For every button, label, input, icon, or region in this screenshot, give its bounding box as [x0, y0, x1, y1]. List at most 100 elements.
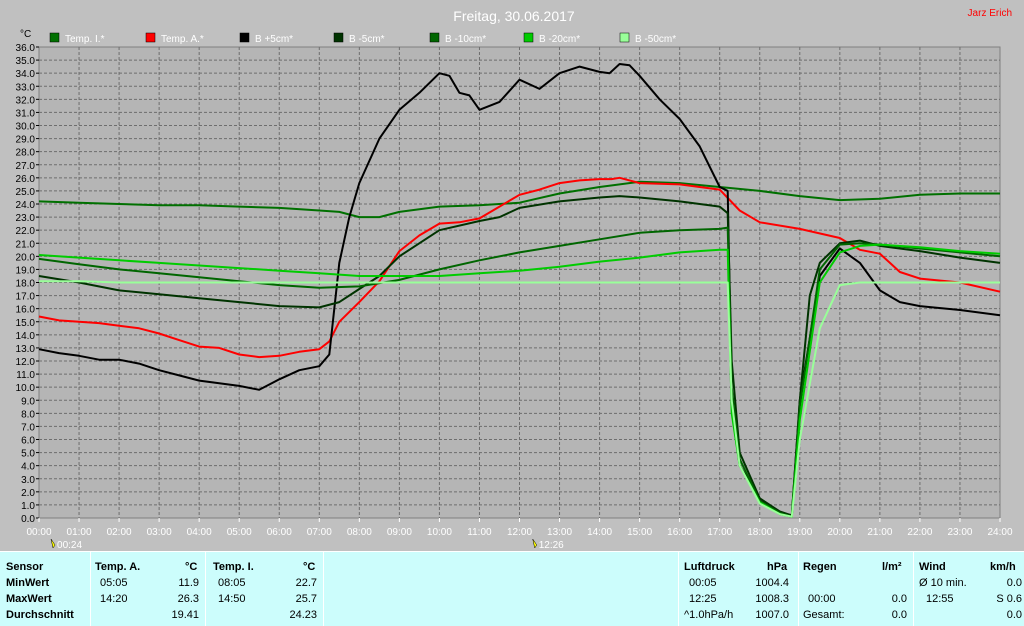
y-tick-label: 14.0	[16, 331, 36, 342]
y-tick-label: 29.0	[16, 135, 36, 146]
x-tick-label: 23:00	[947, 527, 972, 538]
durchschnitt-label: Durchschnitt	[6, 609, 74, 621]
y-tick-label: 30.0	[16, 122, 36, 133]
y-tick-label: 10.0	[16, 383, 36, 394]
pressure-header: Luftdruck	[684, 561, 735, 573]
y-tick-label: 36.0	[16, 43, 36, 54]
x-tick-label: 07:00	[307, 527, 332, 538]
temp-a-min-value: 11.9	[178, 577, 199, 589]
x-tick-label: 12:00	[507, 527, 532, 538]
x-axis: 00:00 01:00 02:00 03:00 04:00 05:00 06:00 07:00…	[26, 518, 1013, 538]
divider	[678, 552, 679, 626]
wind-gust-value: S 0.6	[996, 593, 1022, 605]
y-tick-label: 31.0	[16, 108, 36, 119]
y-tick-label: 6.0	[21, 436, 35, 447]
y-tick-label: 7.0	[21, 422, 35, 433]
y-tick-label: 23.0	[16, 213, 36, 224]
sun-icon	[50, 538, 56, 549]
legend-label: B -20cm*	[539, 34, 580, 45]
temp-a-avg: 19.41	[171, 609, 199, 621]
x-tick-label: 01:00	[67, 527, 92, 538]
temp-i-min-value: 22.7	[295, 577, 317, 589]
temp-i-min-time: 08:05	[218, 577, 246, 589]
sensor-header: Sensor	[6, 561, 44, 573]
time-marker-label: 00:24	[57, 540, 82, 551]
x-tick-label: 09:00	[387, 527, 412, 538]
temp-a-max-time: 14:20	[100, 593, 128, 605]
x-tick-label: 03:00	[147, 527, 172, 538]
temp-i-header: Temp. I.	[213, 561, 254, 573]
temp-i-max-value: 25.7	[295, 593, 317, 605]
rain-time: 00:00	[808, 593, 836, 605]
temp-i-avg: 24.23	[289, 609, 317, 621]
y-axis: 0.0 1.0 2.0 3.0 4.0 5.0 6.0 7.0 8.0 9.0 10.0 11.0 12…	[16, 43, 39, 525]
maxwert-label: MaxWert	[6, 593, 52, 605]
y-tick-label: 13.0	[16, 344, 36, 355]
wind-header: Wind	[919, 561, 946, 573]
x-tick-label: 24:00	[987, 527, 1012, 538]
temp-a-max-value: 26.3	[177, 593, 199, 605]
legend-label: B -50cm*	[635, 34, 676, 45]
y-tick-label: 12.0	[16, 357, 36, 368]
rain-total-label: Gesamt:	[803, 609, 845, 621]
y-tick-label: 18.0	[16, 279, 36, 290]
sun-icon	[532, 538, 538, 549]
divider	[90, 552, 91, 626]
wind-unit: km/h	[990, 561, 1016, 573]
pressure-max-time: 12:25	[689, 593, 717, 605]
temp-a-header: Temp. A.	[95, 561, 141, 573]
x-tick-label: 17:00	[707, 527, 732, 538]
legend-swatch	[49, 32, 60, 43]
y-tick-label: 35.0	[16, 56, 36, 67]
wind-last: 0.0	[1006, 609, 1022, 621]
y-tick-label: 3.0	[21, 475, 35, 486]
wind-gust-time: 12:55	[926, 593, 954, 605]
x-tick-label: 11:00	[467, 527, 492, 538]
rain-unit: l/m²	[882, 561, 902, 573]
pressure-current: 1007.0	[755, 609, 789, 621]
y-tick-label: 19.0	[16, 265, 36, 276]
y-tick-label: 21.0	[16, 239, 36, 250]
legend-label: B -5cm*	[349, 34, 385, 45]
temperature-chart: 0.0 1.0 2.0 3.0 4.0 5.0 6.0 7.0 8.0 9.0 10.0 11.0 12…	[16, 8, 1013, 551]
legend-label: B -10cm*	[445, 34, 486, 45]
y-axis-unit: °C	[20, 29, 31, 40]
y-tick-label: 17.0	[16, 292, 36, 303]
author-label: Jarz Erich	[968, 8, 1012, 19]
y-tick-label: 0.0	[21, 514, 35, 525]
pressure-max-value: 1008.3	[755, 593, 789, 605]
temp-a-unit: °C	[185, 561, 198, 573]
legend-swatch	[523, 32, 534, 43]
x-tick-label: 05:00	[227, 527, 252, 538]
temp-i-max-time: 14:50	[218, 593, 246, 605]
legend: Temp. I.* Temp. A.* B +5cm* B -5cm* B -10cm*…	[49, 32, 676, 45]
y-tick-label: 1.0	[21, 501, 35, 512]
divider	[798, 552, 799, 626]
y-tick-label: 22.0	[16, 226, 36, 237]
pressure-min-time: 00:05	[689, 577, 717, 589]
y-tick-label: 5.0	[21, 449, 35, 460]
time-marker-label: 12:26	[539, 540, 564, 551]
y-tick-label: 16.0	[16, 305, 36, 316]
pressure-min-value: 1004.4	[755, 577, 789, 589]
x-tick-label: 16:00	[667, 527, 692, 538]
rain-total: 0.0	[891, 609, 907, 621]
y-tick-label: 26.0	[16, 174, 36, 185]
y-tick-label: 33.0	[16, 82, 36, 93]
legend-swatch	[145, 32, 156, 43]
minwert-label: MinWert	[6, 577, 50, 589]
summary-panel: Sensor MinWert MaxWert Durchschnitt Temp…	[0, 551, 1024, 626]
legend-swatch	[429, 32, 440, 43]
time-markers: 00:24 12:26	[50, 538, 564, 551]
x-tick-label: 13:00	[547, 527, 572, 538]
divider	[913, 552, 914, 626]
divider	[205, 552, 206, 626]
x-tick-label: 00:00	[26, 527, 51, 538]
y-tick-label: 20.0	[16, 252, 36, 263]
y-tick-label: 9.0	[21, 396, 35, 407]
y-tick-label: 24.0	[16, 200, 36, 211]
x-tick-label: 02:00	[107, 527, 132, 538]
y-tick-label: 8.0	[21, 409, 35, 420]
y-tick-label: 34.0	[16, 69, 36, 80]
y-tick-label: 2.0	[21, 488, 35, 499]
